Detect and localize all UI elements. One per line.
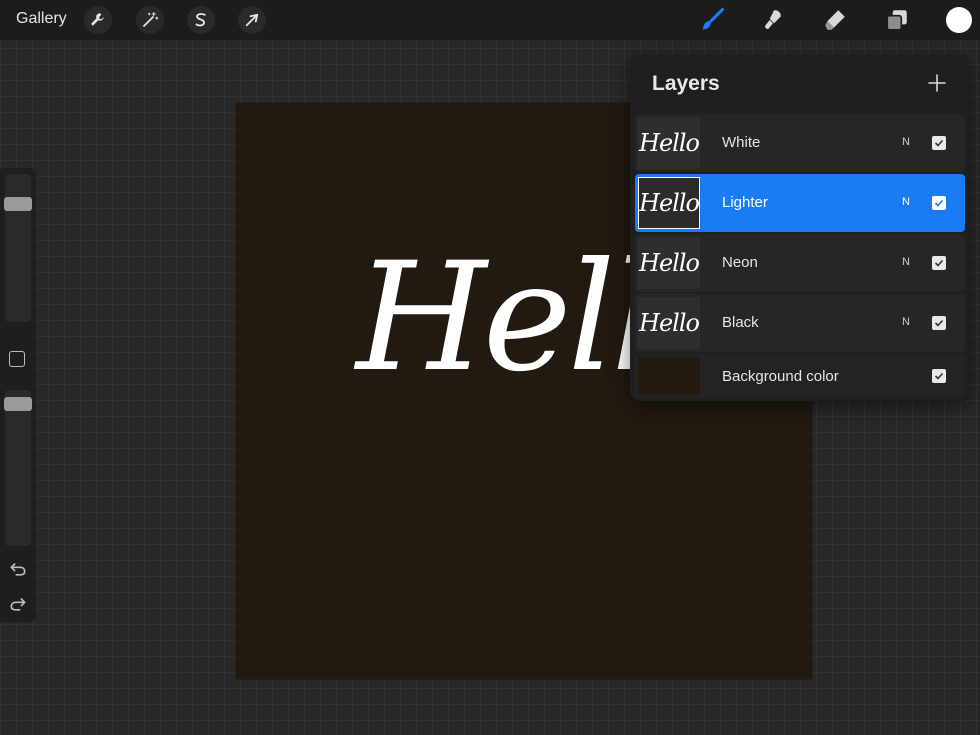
opacity-slider[interactable] [5,390,31,546]
layer-name: Neon [722,254,758,271]
opacity-thumb[interactable] [4,397,32,411]
checkmark-icon [934,319,944,327]
checkmark-icon [934,372,944,380]
layer-row-black[interactable]: Hello Black N [635,294,965,352]
checkmark-icon [934,139,944,147]
background-color-swatch [638,357,700,395]
undo-icon [10,563,26,576]
smudge-icon [765,10,781,29]
selection-s-icon [195,13,206,27]
layers-tool[interactable] [881,4,913,36]
layer-name: Black [722,314,759,331]
layer-visibility-checkbox[interactable] [932,369,946,383]
selection-button[interactable] [187,6,215,34]
actions-button[interactable] [84,6,112,34]
blend-mode-button[interactable]: N [902,136,910,148]
layer-visibility-checkbox[interactable] [932,256,946,270]
wrench-icon [91,13,104,26]
blend-mode-button[interactable]: N [902,196,910,208]
plus-icon [928,74,946,92]
transform-button[interactable] [238,6,266,34]
brush-size-thumb[interactable] [4,196,32,211]
left-sidebar [0,168,36,622]
eraser-tool[interactable] [819,4,851,36]
brush-tool[interactable] [696,4,728,36]
blend-mode-button[interactable]: N [902,316,910,328]
layer-name: White [722,134,761,151]
layer-thumbnail: Hello [638,297,700,349]
modify-button[interactable] [9,351,25,367]
layer-row-neon[interactable]: Hello Neon N [635,234,965,292]
checkmark-icon [934,199,944,207]
smudge-tool[interactable] [757,4,789,36]
magic-wand-icon [143,11,159,27]
layers-panel: Layers Hello White N Hello Lighter N Hel… [630,54,970,401]
layer-name: Background color [722,368,839,385]
redo-button[interactable] [8,594,28,614]
layer-row-background-color[interactable]: Background color [635,354,965,398]
layer-thumbnail: Hello [638,177,700,229]
color-swatch[interactable] [946,7,972,33]
layer-row-lighter[interactable]: Hello Lighter N [635,174,965,232]
transform-arrow-icon [245,13,259,27]
gallery-button[interactable]: Gallery [16,10,67,28]
layer-visibility-checkbox[interactable] [932,196,946,210]
layer-name: Lighter [722,194,768,211]
eraser-icon [825,10,845,30]
layer-visibility-checkbox[interactable] [932,136,946,150]
redo-icon [10,598,26,611]
layer-thumbnail: Hello [638,237,700,289]
layer-row-white[interactable]: Hello White N [635,114,965,172]
undo-button[interactable] [8,559,28,579]
layers-icon [886,10,907,31]
add-layer-button[interactable] [926,72,948,94]
layers-title: Layers [652,72,720,95]
checkmark-icon [934,259,944,267]
brush-icon [702,7,725,30]
layer-visibility-checkbox[interactable] [932,316,946,330]
blend-mode-button[interactable]: N [902,256,910,268]
adjustments-button[interactable] [136,6,164,34]
layer-thumbnail: Hello [638,117,700,169]
top-toolbar: Gallery [0,0,980,40]
